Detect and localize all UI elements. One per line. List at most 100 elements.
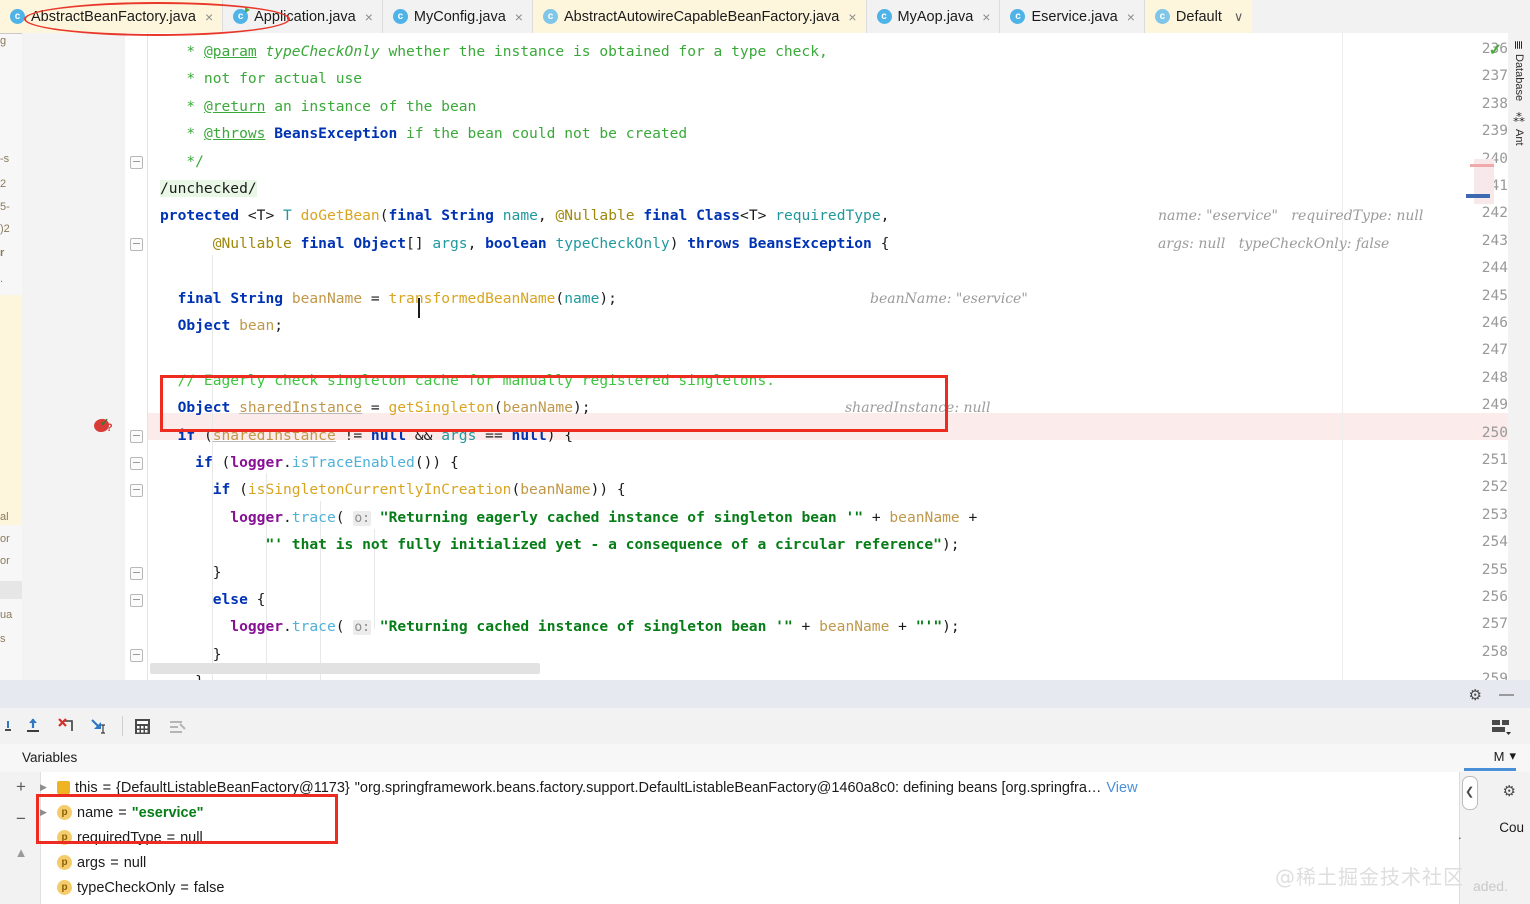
database-icon: ≣ [1512, 40, 1526, 51]
tab-label: Application.java [254, 8, 356, 25]
code-line[interactable]: if (isSingletonCurrentlyInCreation(beanN… [160, 476, 626, 503]
code-line[interactable]: "' that is not fully initialized yet - a… [160, 531, 959, 558]
editor-tab-eservice[interactable]: c Eservice.java × [1000, 0, 1145, 33]
editor-tab-application[interactable]: c Application.java × [223, 0, 383, 33]
chevron-down-icon[interactable]: ∨ [1234, 9, 1244, 25]
drop-frame-icon[interactable] [88, 716, 110, 736]
code-line[interactable]: logger.trace( o: "Returning cached insta… [160, 613, 960, 641]
editor-tab-bar[interactable]: c AbstractBeanFactory.java × c Applicati… [0, 0, 1530, 34]
console-partial-text: aded. [1472, 878, 1508, 894]
debug-tab-bar[interactable]: Variables M ▾ [0, 744, 1530, 773]
code-line[interactable]: @Nullable final Object[] args, boolean t… [160, 230, 890, 257]
code-fold-marker[interactable] [130, 429, 143, 443]
close-icon[interactable]: × [205, 10, 213, 24]
variable-row-name[interactable]: ▶ p name = "eservice" [40, 800, 204, 825]
java-class-icon: c [392, 9, 408, 24]
variable-row-requiredtype[interactable]: p requiredType = null [40, 825, 203, 850]
code-line[interactable]: * @param typeCheckOnly whether the insta… [160, 38, 827, 65]
right-tool-window-strip[interactable]: ≣ Database ⁂ Ant [1507, 33, 1530, 684]
close-icon[interactable]: × [365, 10, 373, 24]
background-ghost-panel: g -s 2 5- )2 r . al or or ua s [0, 33, 23, 680]
console-tab-label[interactable]: Cou [1499, 820, 1524, 835]
code-line[interactable]: * @return an instance of the bean [160, 93, 476, 120]
editor-tab-myconfig[interactable]: c MyConfig.java × [382, 0, 533, 33]
parameter-icon: p [57, 855, 72, 870]
layout-settings-icon[interactable] [1490, 716, 1512, 736]
code-line[interactable]: Object sharedInstance = getSingleton(bea… [160, 394, 591, 421]
chevron-down-icon[interactable]: ▾ [1509, 748, 1516, 764]
code-line[interactable]: protected <T> T doGetBean(final String n… [160, 202, 889, 229]
chevron-left-icon[interactable]: ❮ [1465, 785, 1474, 798]
error-stripe-marker-pink[interactable] [1470, 164, 1494, 167]
code-fold-marker[interactable] [130, 457, 143, 470]
tool-window-button-database[interactable]: ≣ Database [1512, 37, 1526, 104]
evaluate-expression-icon[interactable] [2, 716, 24, 736]
inline-debug-hint: beanName: "eservice" [870, 290, 1028, 307]
variable-row-args[interactable]: p args = null [40, 850, 146, 875]
tab-variables[interactable]: Variables [22, 750, 77, 765]
editor-tab-abstractbeanfactory[interactable]: c AbstractBeanFactory.java × [0, 0, 224, 33]
add-watch-icon[interactable]: + [12, 778, 30, 796]
tool-window-button-ant[interactable]: ⁂ Ant [1512, 108, 1526, 149]
mode-label: M [1493, 748, 1505, 764]
variable-name: typeCheckOnly [77, 879, 176, 896]
force-step-into-icon[interactable] [22, 716, 44, 736]
error-stripe-marker-blue[interactable] [1466, 194, 1490, 198]
variable-row-this[interactable]: ▶ this = {DefaultListableBeanFactory@117… [40, 775, 1138, 800]
remove-watch-icon[interactable]: − [12, 810, 30, 828]
code-line[interactable]: if (logger.isTraceEnabled()) { [160, 449, 459, 476]
editor-horizontal-scrollbar[interactable] [150, 663, 540, 674]
expand-arrow-icon[interactable]: ▶ [40, 782, 52, 793]
code-line[interactable]: if (sharedInstance != null && args == nu… [160, 422, 573, 449]
variable-name: requiredType [77, 829, 162, 846]
mute-breakpoints-icon[interactable] [166, 716, 188, 736]
editor-gutter[interactable] [22, 33, 125, 680]
breakpoint-icon[interactable]: ✓? [92, 416, 114, 436]
minimize-icon[interactable]: — [1499, 686, 1514, 703]
close-icon[interactable]: × [515, 10, 523, 24]
editor-code-text[interactable]: * @param typeCheckOnly whether the insta… [148, 33, 1508, 680]
editor-tab-abstractautowirecapablebeanfactory[interactable]: c AbstractAutowireCapableBeanFactory.jav… [532, 0, 867, 33]
view-link[interactable]: View [1106, 780, 1137, 796]
variable-detail: "org.springframework.beans.factory.suppo… [354, 779, 1102, 796]
gear-icon[interactable]: ⚙ [1503, 782, 1516, 800]
code-line[interactable]: // Eagerly check singleton cache for man… [160, 367, 775, 394]
text-caret [418, 298, 420, 318]
code-line[interactable]: logger.trace( o: "Returning eagerly cach… [160, 504, 977, 532]
code-line[interactable]: /unchecked/ [160, 175, 257, 202]
variables-side-toolbar[interactable]: + − ▲ [0, 772, 41, 904]
close-icon[interactable]: × [848, 10, 856, 24]
variable-equals: = [118, 804, 127, 821]
debug-toolbar[interactable] [0, 708, 1530, 745]
code-fold-marker[interactable] [130, 155, 143, 169]
close-icon[interactable]: × [982, 10, 990, 24]
code-fold-marker[interactable] [130, 594, 143, 607]
code-line[interactable]: Object bean; [160, 312, 283, 339]
close-icon[interactable]: × [1127, 10, 1135, 24]
calculator-icon[interactable] [132, 716, 154, 736]
code-editor[interactable]: 236 237 238 239 240 241 242 243 244 245 246 247 248 2… [22, 33, 1508, 680]
code-fold-marker[interactable] [130, 648, 143, 662]
watermark: @稀土掘金技术社区 [1275, 865, 1464, 889]
code-fold-marker[interactable] [130, 484, 143, 498]
debug-mode-selector[interactable]: M ▾ [1494, 748, 1516, 764]
code-fold-marker[interactable] [130, 237, 143, 251]
gear-icon[interactable]: ⚙ [1469, 686, 1482, 704]
editor-tab-default[interactable]: c Default ∨ [1144, 0, 1253, 33]
code-line[interactable]: } [160, 559, 222, 586]
parameter-icon: p [57, 805, 72, 820]
code-line[interactable]: */ [160, 148, 204, 175]
inspection-ok-icon[interactable]: ✓ [1489, 40, 1502, 60]
code-fold-marker[interactable] [130, 566, 143, 580]
code-line[interactable]: * not for actual use [160, 65, 362, 92]
code-line[interactable]: * @throws BeansException if the bean cou… [160, 120, 687, 147]
code-line[interactable]: else { [160, 586, 266, 613]
expand-arrow-icon[interactable]: ▶ [40, 807, 52, 818]
editor-tab-myaop[interactable]: c MyAop.java × [866, 0, 1001, 33]
collapse-icon[interactable]: ▲ [12, 844, 30, 862]
step-out-icon[interactable] [56, 716, 78, 736]
variable-equals: = [180, 879, 189, 896]
debug-tool-window[interactable]: ⚙ — Variables M ▾ + − ▲ ▶ this = {Defaul… [0, 680, 1530, 904]
variable-row-typecheckonly[interactable]: p typeCheckOnly = false [40, 875, 224, 900]
code-line[interactable]: final String beanName = transformedBeanN… [160, 285, 617, 312]
